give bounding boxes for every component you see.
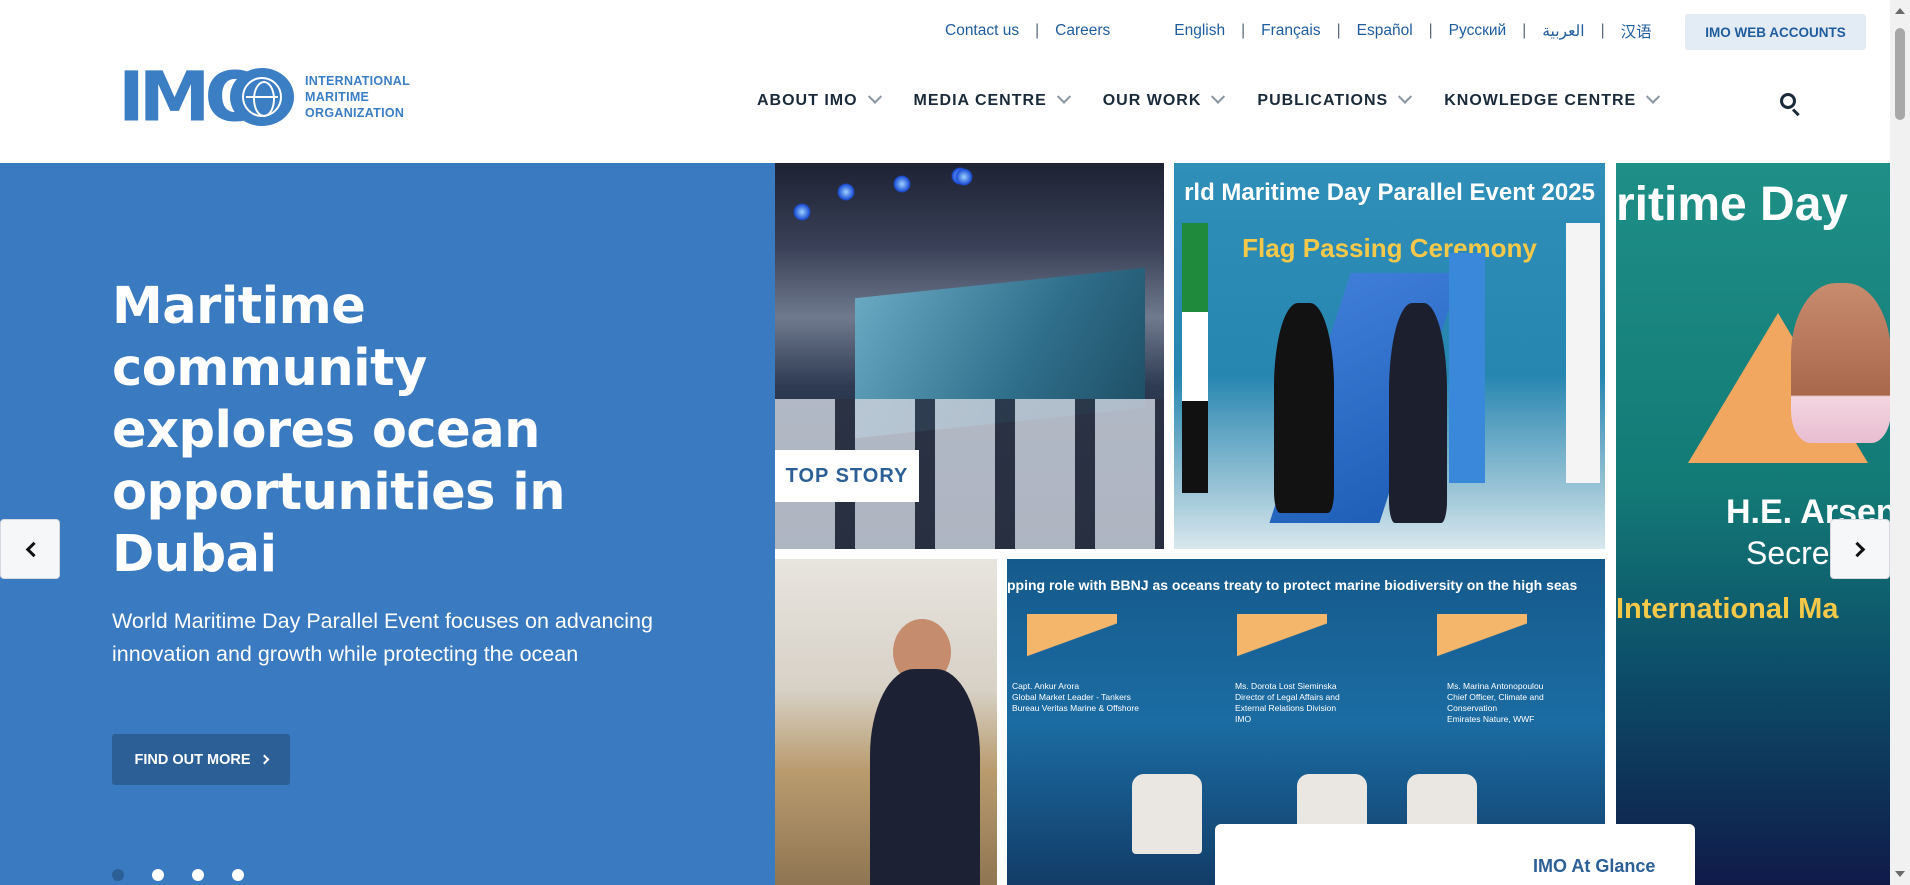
carousel-dot[interactable]	[192, 869, 204, 881]
photo-caption: pping role with BBNJ as oceans treaty to…	[1007, 577, 1578, 593]
chevron-down-icon	[1211, 89, 1226, 104]
separator: |	[1035, 22, 1040, 39]
nav-about-imo[interactable]: ABOUT IMO	[757, 89, 882, 110]
top-story-badge: TOP STORY	[775, 450, 919, 502]
carousel-dot[interactable]	[232, 869, 244, 881]
imo-logo[interactable]: IMO INTERNATIONAL MARITIME ORGANIZATION	[118, 63, 410, 131]
hero-carousel: Maritime community explores ocean opport…	[0, 163, 1890, 885]
logo-line: MARITIME	[305, 90, 370, 104]
carousel-dots	[112, 869, 272, 881]
separator: |	[1428, 22, 1433, 39]
hero-text-panel: Maritime community explores ocean opport…	[0, 163, 775, 885]
nav-label: OUR WORK	[1102, 92, 1202, 109]
photo-caption: International Ma	[1616, 593, 1839, 625]
nav-media-centre[interactable]: MEDIA CENTRE	[913, 89, 1071, 110]
separator: |	[1522, 22, 1527, 39]
language-french[interactable]: Français	[1261, 22, 1320, 40]
nav-our-work[interactable]: OUR WORK	[1102, 89, 1226, 110]
language-chinese[interactable]: 汉语	[1621, 20, 1652, 42]
nav-label: ABOUT IMO	[757, 92, 858, 109]
photo-caption: Flag Passing Ceremony	[1242, 233, 1537, 263]
carousel-prev-button[interactable]	[0, 519, 60, 579]
arrow-right-icon	[259, 754, 269, 765]
hero-subtitle: World Maritime Day Parallel Event focuse…	[112, 609, 653, 666]
photo-caption: Secret	[1746, 535, 1839, 571]
site-header: IMO INTERNATIONAL MARITIME ORGANIZATION …	[0, 0, 1890, 163]
language-russian[interactable]: Русский	[1449, 22, 1507, 40]
language-arabic[interactable]: العربية	[1542, 22, 1584, 41]
search-icon[interactable]	[1779, 92, 1803, 117]
contact-us-link[interactable]: Contact us	[945, 22, 1019, 40]
imo-at-glance-card[interactable]: IMO At Glance	[1215, 824, 1695, 885]
carousel-next-button[interactable]	[1830, 519, 1890, 579]
separator: |	[1600, 22, 1605, 39]
logo-text: INTERNATIONAL MARITIME ORGANIZATION	[305, 73, 410, 121]
cta-label: FIND OUT MORE	[134, 751, 251, 768]
page: IMO INTERNATIONAL MARITIME ORGANIZATION …	[0, 0, 1910, 885]
chevron-down-icon	[1646, 89, 1661, 104]
speaker-label: Ms. Dorota Lost Sieminska Director of Le…	[1235, 681, 1340, 724]
nav-knowledge-centre[interactable]: KNOWLEDGE CENTRE	[1444, 89, 1661, 110]
main-nav: ABOUT IMO MEDIA CENTRE OUR WORK PUBLICAT…	[757, 89, 1692, 110]
flag-ceremony-photo: rld Maritime Day Parallel Event 2025 Fla…	[1174, 163, 1605, 549]
chevron-right-icon	[1849, 541, 1865, 557]
separator: |	[1241, 22, 1246, 39]
scroll-down-icon[interactable]	[1895, 871, 1905, 877]
carousel-dot[interactable]	[152, 869, 164, 881]
speaker-label: Ms. Marina Antonopoulou Chief Officer, C…	[1447, 681, 1544, 724]
language-spanish[interactable]: Español	[1357, 22, 1413, 40]
nav-label: KNOWLEDGE CENTRE	[1444, 92, 1637, 109]
scroll-up-icon[interactable]	[1895, 8, 1905, 14]
chevron-down-icon	[1056, 89, 1071, 104]
nav-publications[interactable]: PUBLICATIONS	[1257, 89, 1413, 110]
globe-emblem-icon	[230, 68, 294, 126]
carousel-dot[interactable]	[112, 869, 124, 881]
glance-label: IMO At Glance	[1533, 856, 1656, 876]
photo-caption: rld Maritime Day Parallel Event 2025	[1184, 179, 1595, 206]
delegate-photo	[775, 559, 997, 885]
careers-link[interactable]: Careers	[1055, 22, 1110, 40]
imo-web-accounts-button[interactable]: IMO WEB ACCOUNTS	[1685, 14, 1866, 50]
speaker-label: Capt. Ankur Arora Global Market Leader -…	[1012, 681, 1139, 713]
chevron-left-icon	[25, 541, 41, 557]
logo-mark: IMO	[118, 63, 296, 131]
logo-line: INTERNATIONAL	[305, 74, 411, 88]
chevron-down-icon	[867, 89, 882, 104]
nav-label: MEDIA CENTRE	[913, 92, 1047, 109]
scrollbar-thumb[interactable]	[1895, 28, 1905, 120]
photo-caption: ritime Day	[1616, 178, 1849, 231]
language-english[interactable]: English	[1174, 22, 1225, 40]
chevron-down-icon	[1398, 89, 1413, 104]
separator: |	[1336, 22, 1341, 39]
find-out-more-button[interactable]: FIND OUT MORE	[112, 734, 290, 785]
nav-label: PUBLICATIONS	[1257, 92, 1389, 109]
hero-title: Maritime community explores ocean opport…	[112, 277, 566, 584]
page-scrollbar[interactable]	[1890, 0, 1910, 885]
logo-line: ORGANIZATION	[305, 106, 405, 120]
utility-nav: Contact us | Careers English | Français …	[945, 20, 1652, 42]
